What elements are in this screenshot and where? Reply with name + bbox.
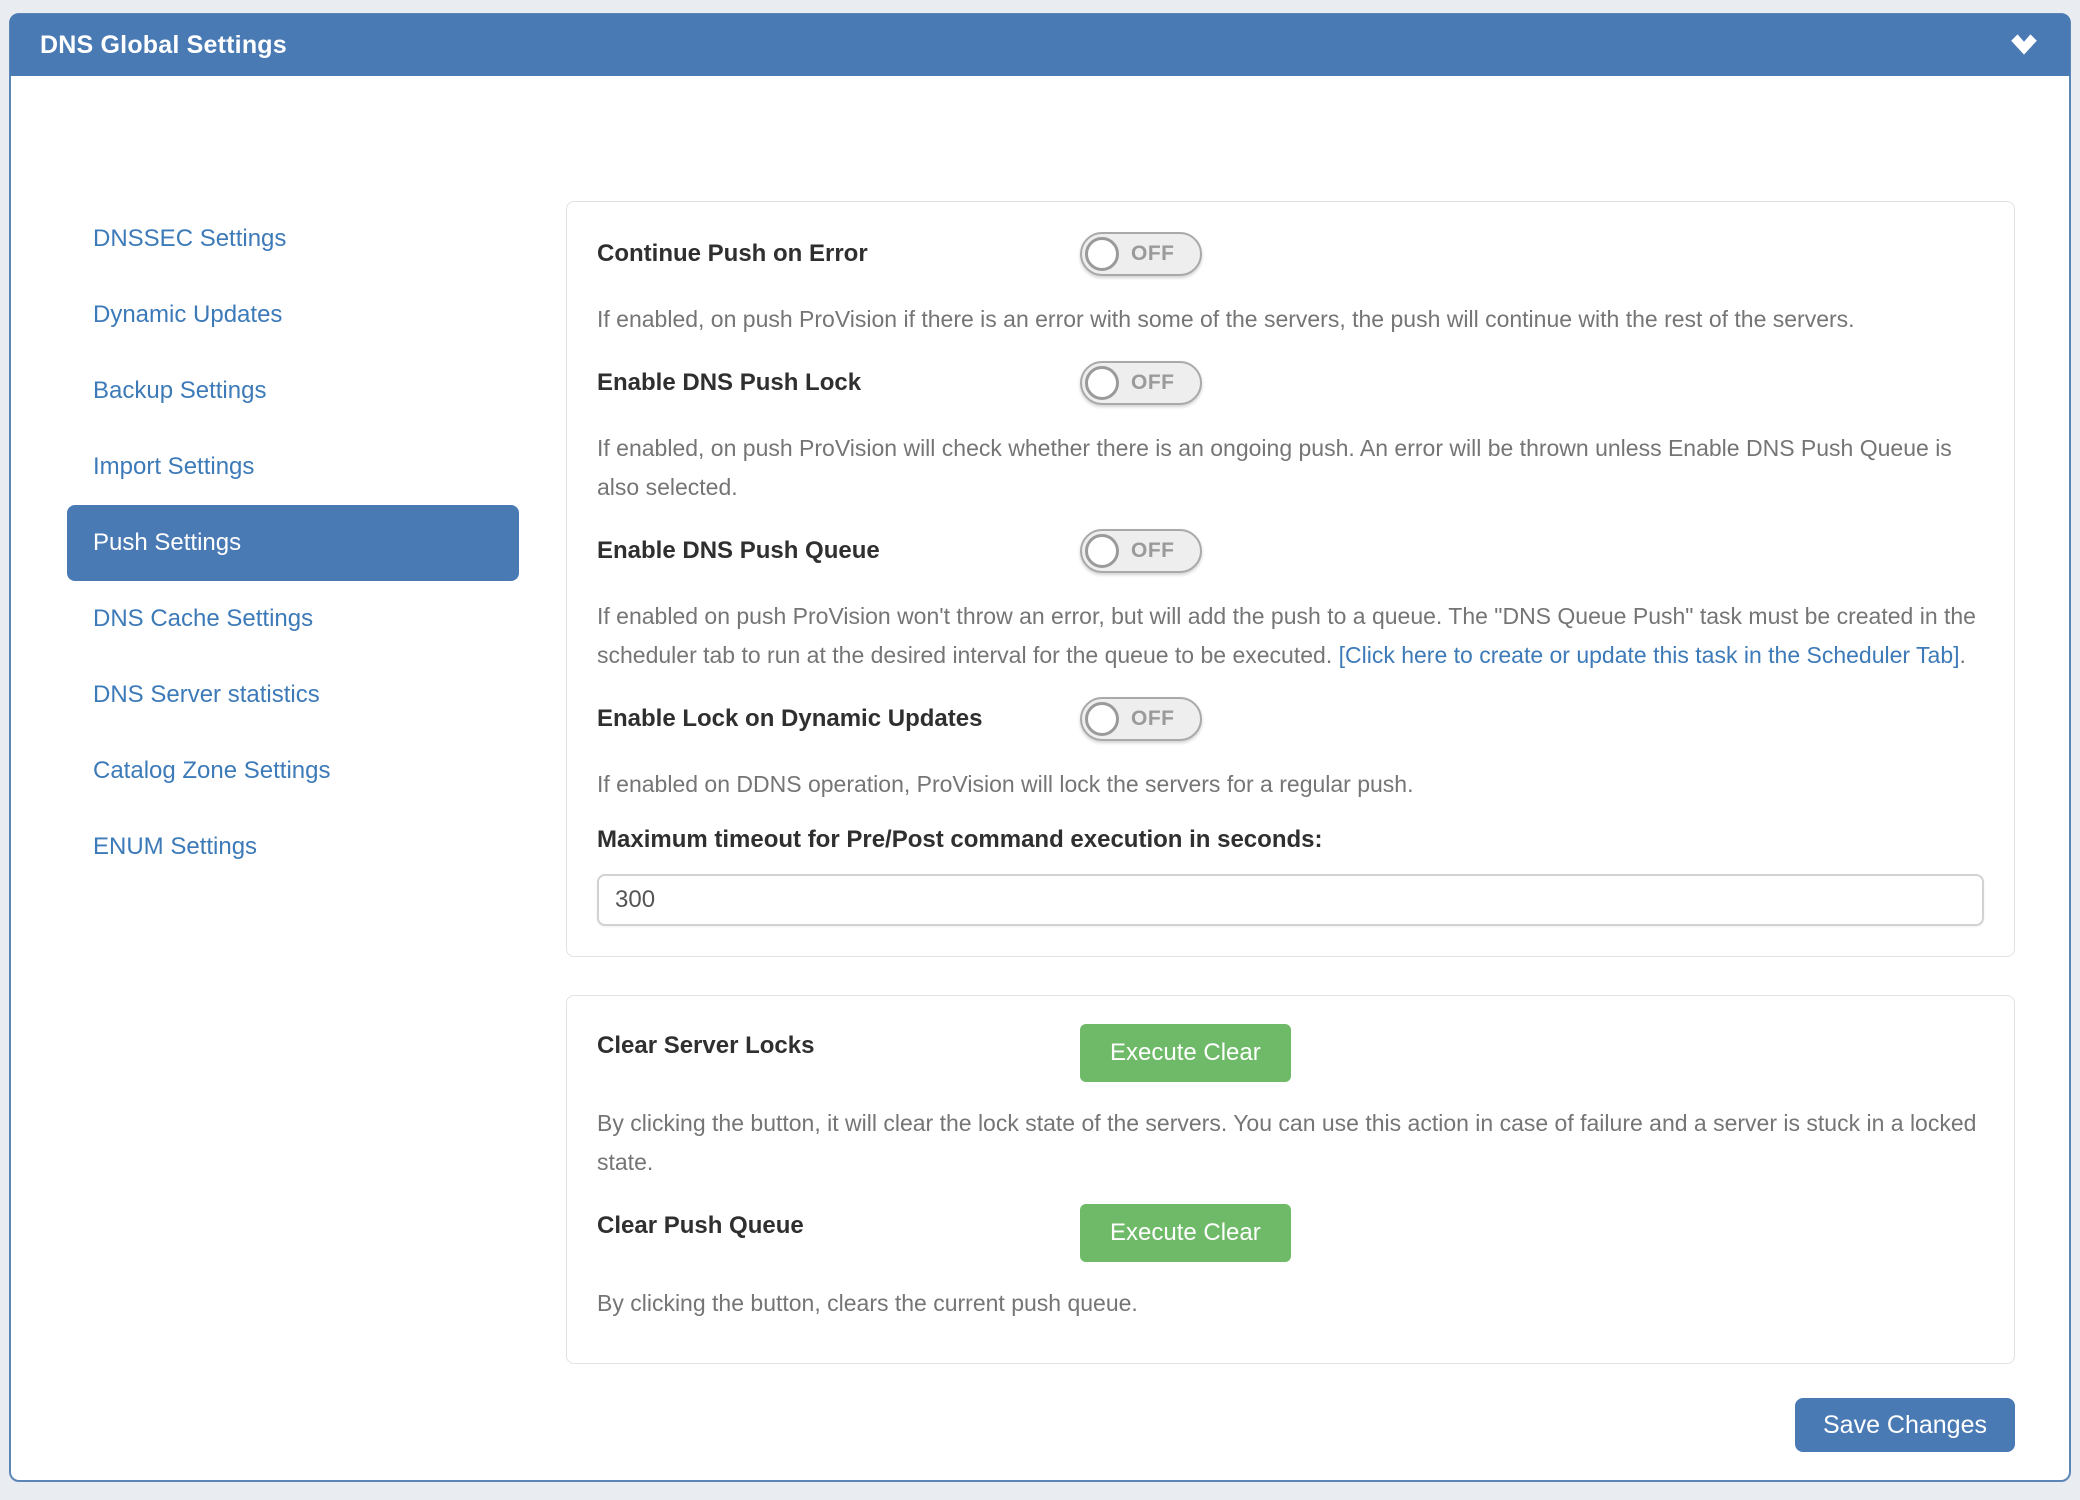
sidebar-item-push-settings[interactable]: Push Settings (67, 505, 519, 581)
sidebar-item-backup-settings[interactable]: Backup Settings (67, 353, 519, 429)
setting-row-continue-push-on-error: Continue Push on Error OFF (597, 232, 1984, 276)
sidebar-item-enum-settings[interactable]: ENUM Settings (67, 809, 519, 885)
action-label: Clear Push Queue (597, 1204, 1080, 1240)
sidebar-item-import-settings[interactable]: Import Settings (67, 429, 519, 505)
setting-row-enable-dns-push-lock: Enable DNS Push Lock OFF (597, 361, 1984, 405)
action-row-clear-server-locks: Clear Server Locks Execute Clear (597, 1024, 1984, 1082)
panel-header: DNS Global Settings (10, 14, 2070, 76)
action-row-clear-push-queue: Clear Push Queue Execute Clear (597, 1204, 1984, 1262)
setting-label: Enable DNS Push Queue (597, 529, 1080, 565)
timeout-label: Maximum timeout for Pre/Post command exe… (597, 826, 1984, 854)
toggle-state-label: OFF (1131, 242, 1175, 266)
setting-description: If enabled, on push ProVision will check… (597, 429, 1984, 507)
toggle-state-label: OFF (1131, 371, 1175, 395)
sidebar-item-dns-cache-settings[interactable]: DNS Cache Settings (67, 581, 519, 657)
description-text: . (1960, 642, 1966, 668)
setting-label: Continue Push on Error (597, 232, 1080, 268)
toggle-continue-push-on-error[interactable]: OFF (1080, 232, 1202, 276)
toggle-enable-lock-on-dynamic-updates[interactable]: OFF (1080, 697, 1202, 741)
chevron-down-icon[interactable] (2008, 33, 2040, 57)
clear-actions-card: Clear Server Locks Execute Clear By clic… (566, 995, 2015, 1364)
save-changes-button[interactable]: Save Changes (1795, 1398, 2015, 1452)
footer-actions: Save Changes (566, 1398, 2015, 1452)
push-settings-card: Continue Push on Error OFF If enabled, o… (566, 201, 2015, 957)
setting-label: Enable Lock on Dynamic Updates (597, 697, 1080, 733)
timeout-input[interactable] (597, 874, 1984, 926)
sidebar-item-dns-server-statistics[interactable]: DNS Server statistics (67, 657, 519, 733)
toggle-knob-icon (1085, 534, 1119, 568)
toggle-knob-icon (1085, 366, 1119, 400)
setting-description: If enabled on DDNS operation, ProVision … (597, 765, 1984, 804)
panel-body: DNSSEC Settings Dynamic Updates Backup S… (11, 76, 2069, 1479)
execute-clear-push-queue-button[interactable]: Execute Clear (1080, 1204, 1291, 1262)
toggle-enable-dns-push-lock[interactable]: OFF (1080, 361, 1202, 405)
toggle-state-label: OFF (1131, 539, 1175, 563)
action-description: By clicking the button, it will clear th… (597, 1104, 1984, 1182)
setting-row-enable-dns-push-queue: Enable DNS Push Queue OFF (597, 529, 1984, 573)
toggle-state-label: OFF (1131, 707, 1175, 731)
panel-title: DNS Global Settings (40, 31, 287, 60)
sidebar-item-catalog-zone-settings[interactable]: Catalog Zone Settings (67, 733, 519, 809)
execute-clear-server-locks-button[interactable]: Execute Clear (1080, 1024, 1291, 1082)
settings-sidebar: DNSSEC Settings Dynamic Updates Backup S… (67, 201, 519, 885)
toggle-knob-icon (1085, 702, 1119, 736)
setting-row-enable-lock-on-dynamic-updates: Enable Lock on Dynamic Updates OFF (597, 697, 1984, 741)
toggle-knob-icon (1085, 237, 1119, 271)
setting-description: If enabled, on push ProVision if there i… (597, 300, 1984, 339)
action-label: Clear Server Locks (597, 1024, 1080, 1060)
push-settings-content: Continue Push on Error OFF If enabled, o… (566, 201, 2015, 1452)
action-description: By clicking the button, clears the curre… (597, 1284, 1984, 1323)
setting-description: If enabled on push ProVision won't throw… (597, 597, 1984, 675)
setting-label: Enable DNS Push Lock (597, 361, 1080, 397)
toggle-enable-dns-push-queue[interactable]: OFF (1080, 529, 1202, 573)
dns-global-settings-panel: DNS Global Settings DNSSEC Settings Dyna… (9, 13, 2071, 1482)
sidebar-item-dynamic-updates[interactable]: Dynamic Updates (67, 277, 519, 353)
scheduler-tab-link[interactable]: [Click here to create or update this tas… (1339, 642, 1960, 668)
sidebar-item-dnssec-settings[interactable]: DNSSEC Settings (67, 201, 519, 277)
